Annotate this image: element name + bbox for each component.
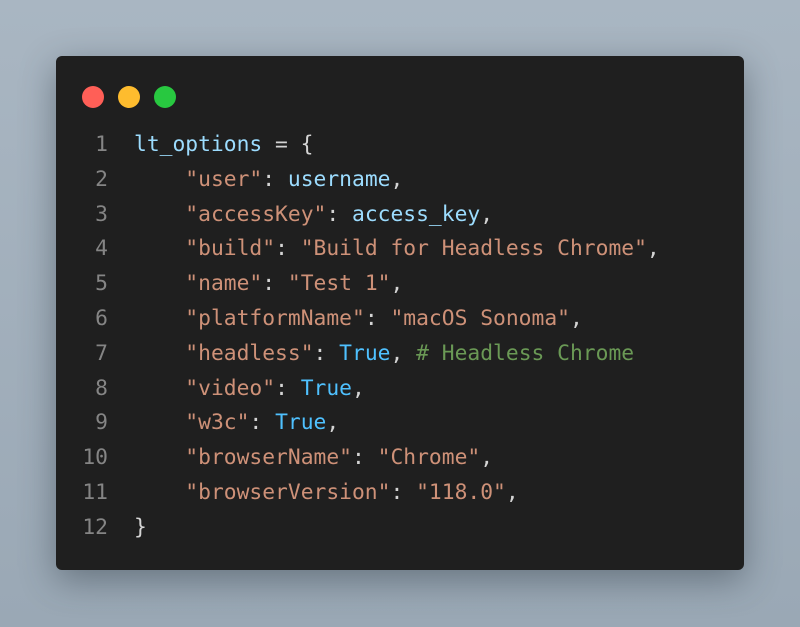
code-token-punctuation: : (313, 340, 340, 366)
code-line: 4 "build": "Build for Headless Chrome", (80, 232, 734, 267)
code-token-punctuation: : (326, 201, 352, 227)
line-number: 1 (95, 132, 108, 157)
code-token-punctuation: : (262, 271, 288, 297)
code-token-string: "video" (185, 375, 276, 401)
code-token-punctuation (134, 167, 185, 192)
line-number: 9 (95, 410, 108, 436)
code-token-string: "user" (185, 166, 263, 192)
code-block: 1 lt_options = {2 "user": username, 3 "acc… (80, 128, 734, 546)
code-token-string: "build" (185, 236, 276, 262)
line-number: 10 (82, 445, 108, 471)
code-token-string: "browserVersion" (185, 479, 391, 505)
line-content: "w3c": True, (108, 406, 339, 441)
code-token-punctuation: , (480, 445, 494, 471)
code-line: 8 "video": True, (80, 372, 734, 407)
code-token-punctuation: } (134, 514, 147, 540)
code-token-comment: # Headless Chrome (416, 340, 635, 366)
code-token-punctuation: , (390, 271, 404, 297)
code-line: 6 "platformName": "macOS Sonoma", (80, 302, 734, 337)
window-controls (82, 86, 176, 108)
code-token-string: "Test 1" (287, 271, 391, 297)
code-line: 9 "w3c": True, (80, 406, 734, 441)
code-token-punctuation: : (390, 479, 417, 505)
code-token-string: "Chrome" (377, 445, 481, 471)
line-content: "video": True, (108, 372, 365, 407)
line-content: "headless": True, # Headless Chrome (108, 337, 634, 372)
code-token-punctuation: , (352, 375, 365, 401)
code-token-punctuation (134, 236, 185, 261)
code-token-string: "headless" (185, 340, 314, 366)
code-token-constant: True (339, 340, 391, 366)
code-token-string: "browserName" (185, 445, 352, 471)
code-token-punctuation (134, 271, 185, 296)
line-number: 6 (95, 305, 108, 331)
maximize-button[interactable] (154, 86, 176, 108)
code-token-punctuation (134, 376, 185, 401)
line-content: "platformName": "macOS Sonoma", (108, 302, 583, 337)
code-token-punctuation: , (390, 166, 404, 192)
code-token-variable: access_key (352, 201, 481, 227)
line-content: "build": "Build for Headless Chrome", (108, 232, 660, 267)
code-line: 12} (80, 511, 734, 546)
code-line: 1 lt_options = { (80, 128, 734, 163)
line-content: lt_options = { (108, 128, 314, 163)
code-token-punctuation: , (646, 236, 660, 262)
code-line: 3 "accessKey": access_key, (80, 198, 734, 233)
line-content: "user": username, (108, 163, 403, 198)
code-token-punctuation: : (249, 410, 276, 436)
code-token-punctuation: : (275, 236, 301, 262)
code-token-string: "macOS Sonoma" (390, 305, 570, 331)
code-token-punctuation (134, 306, 185, 331)
code-token-constant: True (275, 410, 327, 436)
code-token-punctuation: , (326, 410, 340, 436)
code-token-variable: username (287, 166, 391, 192)
line-number: 3 (95, 201, 108, 227)
code-token-variable: lt_options (134, 132, 263, 157)
minimize-button[interactable] (118, 86, 140, 108)
code-token-punctuation: : (275, 375, 301, 401)
code-token-punctuation: = { (262, 132, 314, 157)
code-token-string: "name" (185, 271, 263, 297)
line-number: 7 (95, 340, 108, 366)
code-token-punctuation (134, 410, 185, 435)
code-token-constant: True (300, 375, 353, 401)
code-token-punctuation (134, 480, 185, 505)
code-line: 5 "name": "Test 1", (80, 267, 734, 302)
code-token-punctuation (134, 445, 185, 470)
code-line: 2 "user": username, (80, 163, 734, 198)
code-token-punctuation: : (262, 166, 288, 192)
line-content: "accessKey": access_key, (108, 198, 493, 233)
code-token-punctuation: , (569, 305, 583, 331)
code-token-string: "118.0" (416, 479, 506, 505)
line-number: 11 (82, 479, 108, 505)
code-token-punctuation: , (505, 479, 519, 505)
code-token-string: "w3c" (185, 410, 250, 436)
line-number: 12 (82, 514, 108, 540)
line-number: 8 (95, 375, 108, 401)
code-token-string: "platformName" (185, 305, 365, 331)
line-number: 4 (95, 236, 108, 262)
code-token-punctuation: : (351, 445, 378, 471)
code-token-punctuation (134, 202, 185, 227)
line-content: "browserName": "Chrome", (108, 441, 493, 476)
code-token-punctuation: , (390, 340, 417, 366)
line-number: 5 (95, 271, 108, 297)
code-line: 11 "browserVersion": "118.0", (80, 476, 734, 511)
close-button[interactable] (82, 86, 104, 108)
line-content: "name": "Test 1", (108, 267, 403, 302)
line-number: 2 (95, 166, 108, 192)
code-token-punctuation: , (480, 201, 494, 227)
line-content: } (108, 511, 147, 546)
code-line: 10 "browserName": "Chrome", (80, 441, 734, 476)
code-token-punctuation: : (364, 305, 391, 331)
code-token-string: "accessKey" (185, 201, 327, 227)
code-token-punctuation (134, 341, 185, 366)
code-token-string: "Build for Headless Chrome" (300, 236, 647, 262)
code-window: 1 lt_options = {2 "user": username, 3 "acc… (56, 56, 744, 570)
code-line: 7 "headless": True, # Headless Chrome (80, 337, 734, 372)
line-content: "browserVersion": "118.0", (108, 476, 519, 511)
